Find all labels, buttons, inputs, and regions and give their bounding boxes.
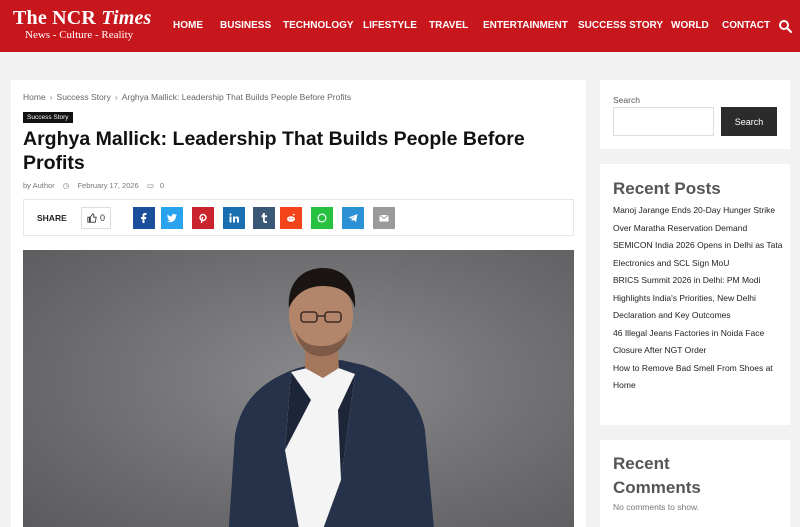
breadcrumb-category[interactable]: Success Story [57, 92, 111, 102]
share-pinterest-button[interactable] [192, 207, 214, 229]
person-portrait-image [228, 268, 434, 527]
recent-post-link[interactable]: SEMICON India 2026 Opens in Delhi as Tat… [613, 237, 783, 272]
nav-item-technology[interactable]: TECHNOLOGY [283, 20, 354, 31]
like-count: 0 [99, 213, 105, 223]
search-icon[interactable] [778, 19, 792, 33]
site-tagline: News - Culture - Reality [25, 29, 134, 41]
recent-post-link[interactable]: Manoj Jarange Ends 20-Day Hunger Strike … [613, 202, 783, 237]
search-widget: Search Search [600, 80, 790, 149]
no-comments-text: No comments to show. [613, 502, 699, 512]
share-telegram-button[interactable] [342, 207, 364, 229]
thumbs-up-icon [87, 213, 97, 223]
share-linkedin-button[interactable] [223, 207, 245, 229]
site-name: The NCR Times [13, 7, 152, 29]
telegram-icon [348, 214, 358, 222]
twitter-icon [167, 214, 177, 223]
post-comments-count: 0 [159, 181, 165, 190]
featured-image [23, 250, 574, 527]
post-date: ◷ February 17, 2026 [63, 181, 139, 190]
tumblr-icon [261, 213, 267, 223]
recent-posts-list: Manoj Jarange Ends 20-Day Hunger Strike … [613, 202, 783, 395]
site-name-regular: The NCR [13, 7, 102, 29]
share-reddit-button[interactable] [280, 207, 302, 229]
recent-comments-title: Recent Comments [613, 454, 701, 497]
breadcrumb-current: Arghya Mallick: Leadership That Builds P… [121, 91, 352, 102]
share-twitter-button[interactable] [161, 207, 183, 229]
breadcrumb-home[interactable]: Home [23, 92, 46, 102]
nav-item-home[interactable]: HOME [173, 20, 203, 31]
post-comments[interactable]: ▭ 0 [147, 181, 164, 190]
post-date-text: February 17, 2026 [77, 181, 139, 190]
site-logo[interactable]: The NCR Times News - Culture - Reality [13, 7, 152, 42]
comment-icon: ▭ [146, 181, 154, 190]
breadcrumb-separator: › [49, 91, 53, 102]
clock-icon: ◷ [62, 181, 70, 190]
nav-item-lifestyle[interactable]: LIFESTYLE [363, 20, 417, 31]
search-button[interactable]: Search [721, 107, 777, 136]
share-bar: SHARE 0 [23, 199, 574, 236]
search-label: Search [613, 95, 640, 105]
share-facebook-button[interactable] [133, 207, 155, 229]
nav-item-entertainment[interactable]: ENTERTAINMENT [483, 20, 568, 31]
recent-comments-widget: Recent Comments No comments to show. [600, 440, 790, 527]
like-button[interactable]: 0 [81, 207, 111, 229]
nav-item-business[interactable]: BUSINESS [220, 20, 271, 31]
nav-item-travel[interactable]: TRAVEL [429, 20, 468, 31]
share-tumblr-button[interactable] [253, 207, 275, 229]
article-card: Home › Success Story › Arghya Mallick: Leade… [11, 80, 586, 527]
recent-post-link[interactable]: How to Remove Bad Smell From Shoes at Ho… [613, 360, 783, 395]
share-label: SHARE [37, 213, 67, 223]
search-input[interactable] [613, 107, 714, 136]
breadcrumb: Home › Success Story › Arghya Mallick: Leade… [23, 91, 351, 102]
recent-post-link[interactable]: BRICS Summit 2026 in Delhi: PM Modi High… [613, 272, 783, 325]
category-badge[interactable]: Success Story [23, 112, 73, 123]
reddit-icon [287, 213, 295, 222]
site-name-italic: Times [101, 7, 152, 29]
post-meta: by Author ◷ February 17, 2026 ▭ 0 [23, 181, 170, 190]
nav-item-contact[interactable]: CONTACT [722, 20, 770, 31]
facebook-icon [141, 213, 147, 223]
share-whatsapp-button[interactable] [311, 207, 333, 229]
nav-item-world[interactable]: WORLD [671, 20, 709, 31]
pinterest-icon [199, 213, 207, 223]
post-title: Arghya Mallick: Leadership That Builds P… [23, 128, 525, 174]
recent-posts-title: Recent Posts [613, 179, 721, 198]
linkedin-icon [229, 213, 239, 223]
email-icon [379, 214, 389, 222]
whatsapp-icon [317, 213, 327, 223]
share-email-button[interactable] [373, 207, 395, 229]
site-header: The NCR Times News - Culture - Reality H… [0, 0, 800, 52]
breadcrumb-separator: › [114, 91, 118, 102]
recent-posts-widget: Recent Posts Manoj Jarange Ends 20-Day H… [600, 164, 790, 425]
nav-item-success-story[interactable]: SUCCESS STORY [578, 20, 663, 31]
post-author[interactable]: by Author [23, 181, 55, 190]
recent-post-link[interactable]: 46 Illegal Jeans Factories in Noida Face… [613, 325, 783, 360]
